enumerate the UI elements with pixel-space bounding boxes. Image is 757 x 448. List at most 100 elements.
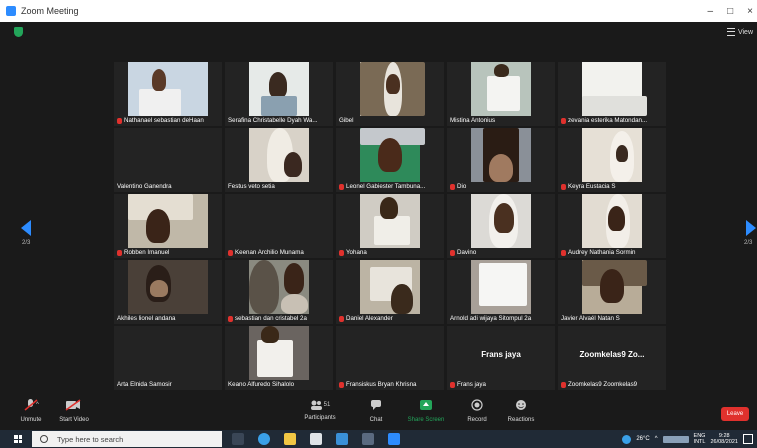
windows-start-icon[interactable] [14,435,22,443]
participant-video [471,194,531,249]
participant-name: zevania esterika Matondan... [568,117,648,124]
muted-mic-icon [450,183,455,190]
chat-button[interactable]: Chat [365,398,387,423]
participant-tile[interactable]: Mistina Antonius [447,62,555,126]
video-shape [479,263,528,306]
participant-tile[interactable]: Arnold adi wijaya Sitompul 2a [447,260,555,324]
participant-tile[interactable]: zevania esterika Matondan... [558,62,666,126]
participant-tile[interactable]: Arta Elnida Samosir [114,326,222,390]
participant-tile[interactable]: Yohana [336,194,444,258]
edge-browser-icon[interactable] [258,433,270,445]
reactions-smiley-icon [516,400,526,410]
participant-tile[interactable]: Keano Alfuredo Sihalolo [225,326,333,390]
zoom-taskbar-icon[interactable] [388,433,400,445]
participant-tile[interactable]: Javier Alvaél Natan S [558,260,666,324]
participant-tile[interactable]: Leonel Gabiester Tambuna... [336,128,444,192]
participant-name-label: Nathanael sebastian deHaan [117,117,219,124]
participant-tile[interactable]: Valentino Ganendra [114,128,222,192]
participant-name: Davino [457,249,477,256]
participant-tile[interactable]: Daniel Alexander [336,260,444,324]
participant-display-name: Zoomkelas9 Zo... [579,350,645,359]
participant-tile[interactable]: Akhiles lionel andana [114,260,222,324]
task-view-icon[interactable] [232,433,244,445]
start-video-button[interactable]: Start Video [54,398,94,423]
start-video-label: Start Video [59,417,89,423]
record-button[interactable]: Record [464,398,490,423]
participant-tile[interactable]: Gibel [336,62,444,126]
unmute-button[interactable]: ^ Unmute [16,398,46,423]
participant-tile[interactable]: Fransiskus Bryan Khrisna [336,326,444,390]
participant-tile[interactable]: Dio [447,128,555,192]
participant-video [249,128,309,183]
participant-tile[interactable]: Nathanael sebastian deHaan [114,62,222,126]
share-screen-icon [420,400,432,410]
tray-status-icons[interactable] [662,435,689,443]
participant-video [249,326,309,380]
participant-name-label: Robben Imanuel [117,249,219,256]
maximize-button[interactable]: □ [727,6,733,17]
clock[interactable]: 9:28 26/08/2021 [710,433,738,445]
video-shape [281,294,308,315]
participant-display-name: Frans jaya [481,350,521,359]
video-shape [283,263,305,294]
video-shape [380,197,399,220]
next-page-arrow-icon[interactable] [746,220,756,236]
minimize-button[interactable]: – [708,6,714,17]
tray-chevron-icon[interactable]: ^ [655,436,658,442]
participant-name-label: Valentino Ganendra [117,183,219,190]
notification-icon[interactable] [743,434,753,444]
participant-tile[interactable]: Davino [447,194,555,258]
video-shape [386,73,400,95]
muted-microphone-icon: ^ [24,399,39,411]
muted-mic-icon [117,117,122,124]
participants-button[interactable]: 51 Participants [300,398,340,421]
close-button[interactable]: × [747,6,753,17]
file-explorer-icon[interactable] [284,433,296,445]
participant-tile[interactable]: Frans jaya Frans jaya [447,326,555,390]
video-shape [391,283,413,315]
chat-label: Chat [369,417,383,423]
participant-tile[interactable]: Robben Imanuel [114,194,222,258]
unmute-label: Unmute [20,417,42,423]
participant-name: sebastian dan cristabel 2a [235,315,307,322]
view-button[interactable]: View [726,28,753,36]
mail-icon[interactable] [336,433,348,445]
taskbar-search-box[interactable]: Type here to search [32,431,222,447]
participant-video [471,128,531,183]
participant-video [360,260,420,315]
muted-mic-icon [339,381,344,388]
leave-button[interactable]: Leave [721,407,749,421]
participant-tile[interactable]: Keyra Eustacia S [558,128,666,192]
participant-tile[interactable]: Keenan Archilio Munama [225,194,333,258]
participant-name: Keyra Eustacia S [568,183,616,190]
video-shape [582,96,647,117]
weather-icon[interactable] [622,434,632,444]
reactions-label: Reactions [507,417,535,423]
video-shape [152,68,167,91]
participant-name: Audrey Nathania Sormin [568,249,636,256]
muted-mic-icon [228,249,233,256]
participant-tile[interactable]: Audrey Nathania Sormin [558,194,666,258]
previous-page-arrow-icon[interactable] [21,220,31,236]
video-shape [249,260,279,315]
participant-name: Festus veto setia [228,183,275,190]
participant-tile[interactable]: sebastian dan cristabel 2a [225,260,333,324]
language-indicator[interactable]: ENG INTL [694,433,706,445]
apps-icon[interactable] [362,433,374,445]
participant-name: Keano Alfuredo Sihalolo [228,381,295,388]
gallery-view: 2/3 Nathanael sebastian deHaan Serafina C… [0,42,757,394]
participant-tile[interactable]: Zoomkelas9 Zo... Zoomkelas9 Zoomkelas9 [558,326,666,390]
participant-video [471,62,531,116]
participant-name: Robben Imanuel [124,249,170,256]
participant-name: Fransiskus Bryan Khrisna [346,381,417,388]
security-shield-icon[interactable] [14,27,23,37]
participant-tile[interactable]: Festus veto setia [225,128,333,192]
participant-name-label: Serafina Christabelle Dyah Wa... [228,117,330,124]
share-screen-button[interactable]: Share Screen [404,398,448,423]
participant-name-label: Frans jaya [450,381,552,388]
store-icon[interactable] [310,433,322,445]
participant-tile[interactable]: Serafina Christabelle Dyah Wa... [225,62,333,126]
search-icon [40,435,48,443]
participant-video [360,62,425,117]
reactions-button[interactable]: Reactions [505,398,537,423]
